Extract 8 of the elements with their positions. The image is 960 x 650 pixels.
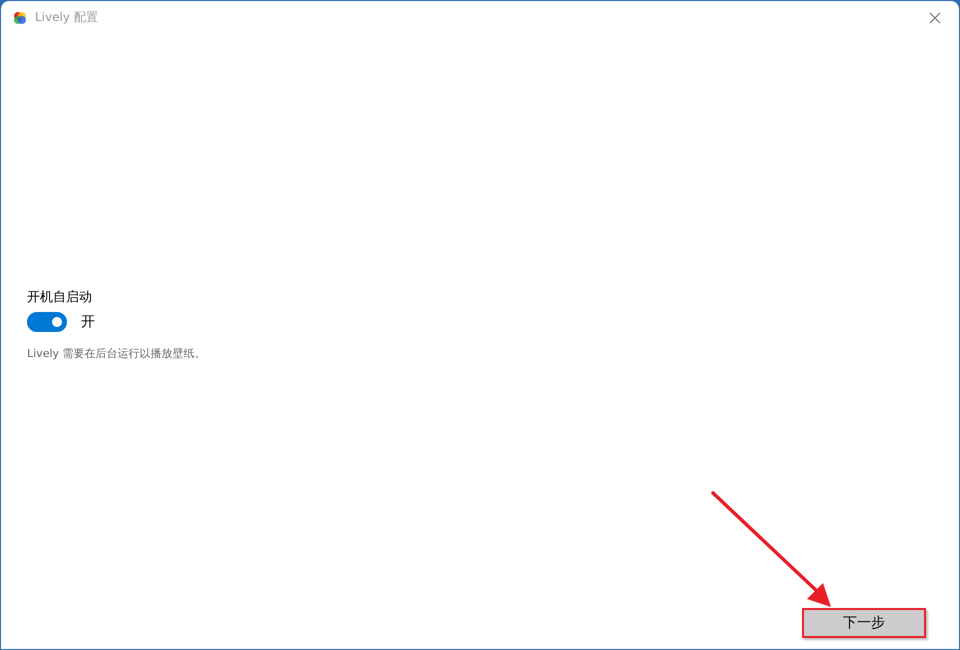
setting-label: 开机自启动 <box>27 289 93 306</box>
toggle-switch[interactable] <box>27 312 67 332</box>
toggle-state: 开 <box>81 313 95 331</box>
next-button[interactable]: 下一步 <box>802 608 926 638</box>
setting-description: Lively 需要在后台运行以播放壁纸。 <box>27 346 207 361</box>
close-icon[interactable] <box>929 12 941 24</box>
window-title: Lively 配置 <box>35 9 98 26</box>
app-logo-icon <box>13 10 27 24</box>
